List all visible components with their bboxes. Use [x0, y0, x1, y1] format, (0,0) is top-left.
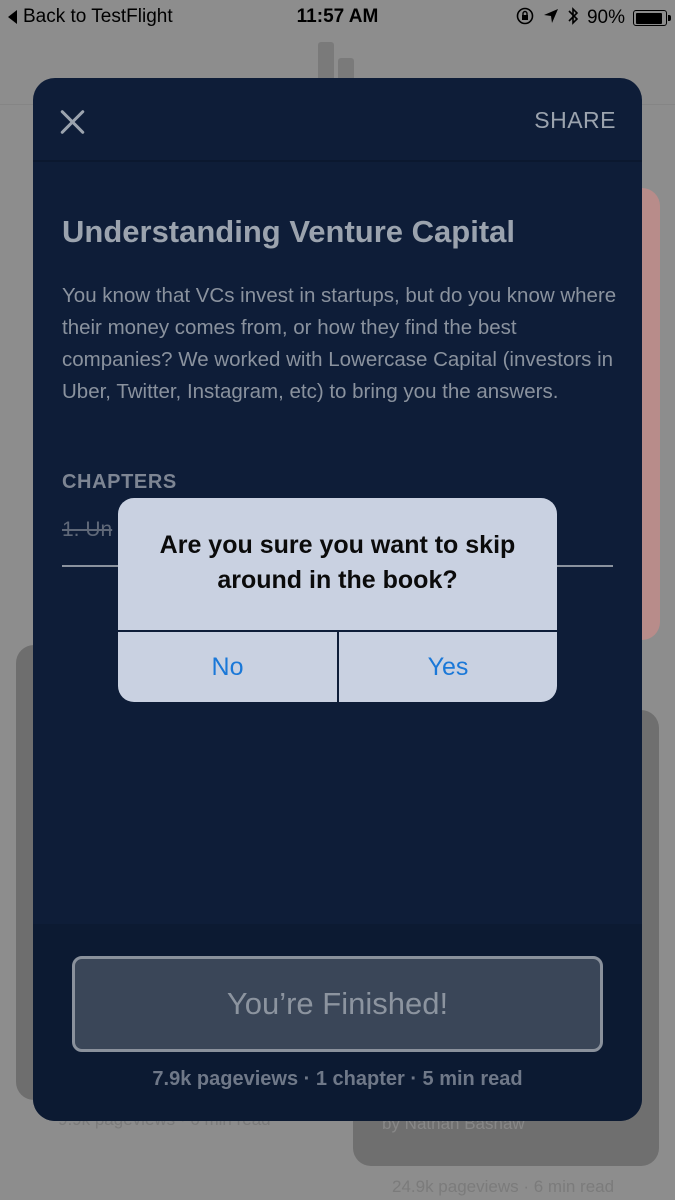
background-card-stats: 24.9k pageviews · 6 min read	[392, 1177, 615, 1196]
yes-button[interactable]: Yes	[339, 632, 557, 702]
no-button[interactable]: No	[118, 632, 337, 702]
bluetooth-icon	[567, 6, 579, 30]
book-description: You know that VCs invest in startups, bu…	[62, 284, 617, 403]
share-button[interactable]: SHARE	[534, 107, 616, 134]
chapters-heading: CHAPTERS	[62, 471, 177, 493]
rotation-lock-icon	[515, 6, 535, 30]
sheet-header: SHARE	[33, 78, 642, 162]
finished-button[interactable]: You’re Finished!	[72, 956, 603, 1052]
chapter-item[interactable]: 1. Un	[62, 518, 112, 542]
book-title: Understanding Venture Capital	[62, 214, 516, 249]
alert-message: Are you sure you want to skip around in …	[159, 531, 516, 594]
skip-confirmation-alert: Are you sure you want to skip around in …	[118, 498, 557, 702]
close-icon[interactable]	[59, 108, 87, 136]
sheet-footer: You’re Finished! 7.9k pageviews · 1 chap…	[33, 924, 642, 1121]
location-arrow-icon	[543, 8, 559, 28]
battery-icon	[633, 10, 671, 26]
battery-percent: 90%	[586, 7, 625, 28]
status-bar: Back to TestFlight 11:57 AM 90%	[0, 0, 675, 34]
book-stats: 7.9k pageviews · 1 chapter · 5 min read	[152, 1068, 523, 1090]
